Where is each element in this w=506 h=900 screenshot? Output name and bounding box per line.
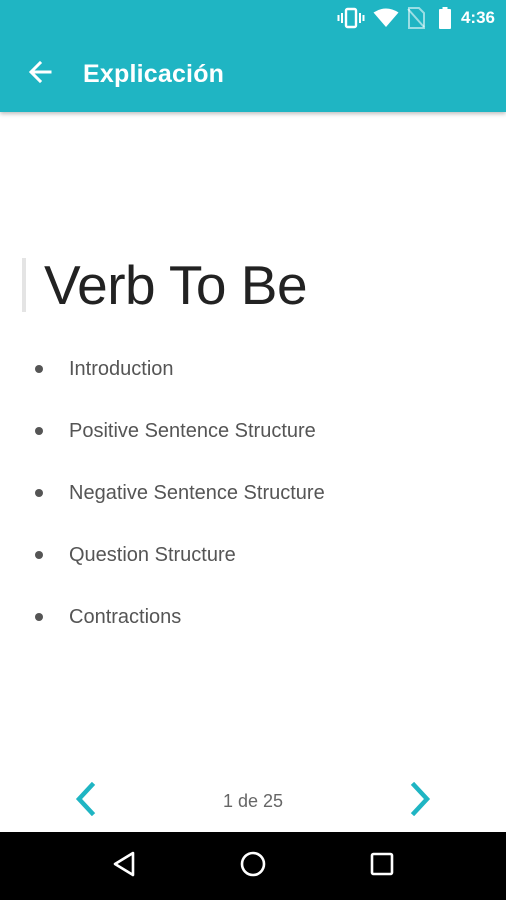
nav-home-icon [239, 850, 267, 883]
status-time: 4:36 [460, 8, 495, 27]
nav-home-button[interactable] [228, 841, 278, 891]
page-title: Explicación [83, 59, 225, 88]
nav-back-icon [111, 850, 137, 883]
bullet-icon [35, 489, 43, 497]
pager: 1 de 25 [0, 770, 506, 832]
topic-item-introduction[interactable]: Introduction [0, 338, 506, 400]
topic-label: Introduction [69, 357, 174, 380]
page-indicator: 1 de 25 [222, 790, 284, 811]
nav-back-button[interactable] [99, 841, 149, 891]
topic-label: Contractions [69, 605, 182, 628]
status-bar: 4:36 [0, 0, 506, 36]
back-button[interactable] [22, 56, 58, 92]
chevron-right-icon [410, 781, 432, 821]
bullet-icon [35, 613, 43, 621]
battery-icon [438, 7, 451, 29]
lesson-title: Verb To Be [44, 253, 308, 316]
topic-item-positive-sentence-structure[interactable]: Positive Sentence Structure [0, 400, 506, 462]
bullet-icon [35, 551, 43, 559]
arrow-back-icon [28, 60, 52, 89]
nav-recents-icon [369, 851, 395, 882]
topic-label: Question Structure [69, 543, 236, 566]
vibrate-icon [337, 7, 365, 29]
next-page-button[interactable] [396, 776, 446, 826]
topic-item-contractions[interactable]: Contractions [0, 586, 506, 648]
previous-page-button[interactable] [60, 776, 110, 826]
topic-label: Negative Sentence Structure [69, 481, 325, 504]
chevron-left-icon [74, 781, 96, 821]
app-bar: 4:36 Explicación [0, 0, 506, 112]
bullet-icon [35, 427, 43, 435]
lesson-content: Verb To Be Introduction Positive Sentenc… [0, 112, 506, 832]
lesson-title-block: Verb To Be [22, 253, 308, 316]
topic-item-negative-sentence-structure[interactable]: Negative Sentence Structure [0, 462, 506, 524]
bullet-icon [35, 365, 43, 373]
wifi-icon [373, 8, 399, 28]
topic-list: Introduction Positive Sentence Structure… [0, 338, 506, 648]
toolbar: Explicación [0, 36, 506, 112]
topic-item-question-structure[interactable]: Question Structure [0, 524, 506, 586]
topic-label: Positive Sentence Structure [69, 419, 316, 442]
navigation-bar [0, 832, 506, 900]
no-sim-icon [407, 7, 425, 29]
nav-recents-button[interactable] [357, 841, 407, 891]
